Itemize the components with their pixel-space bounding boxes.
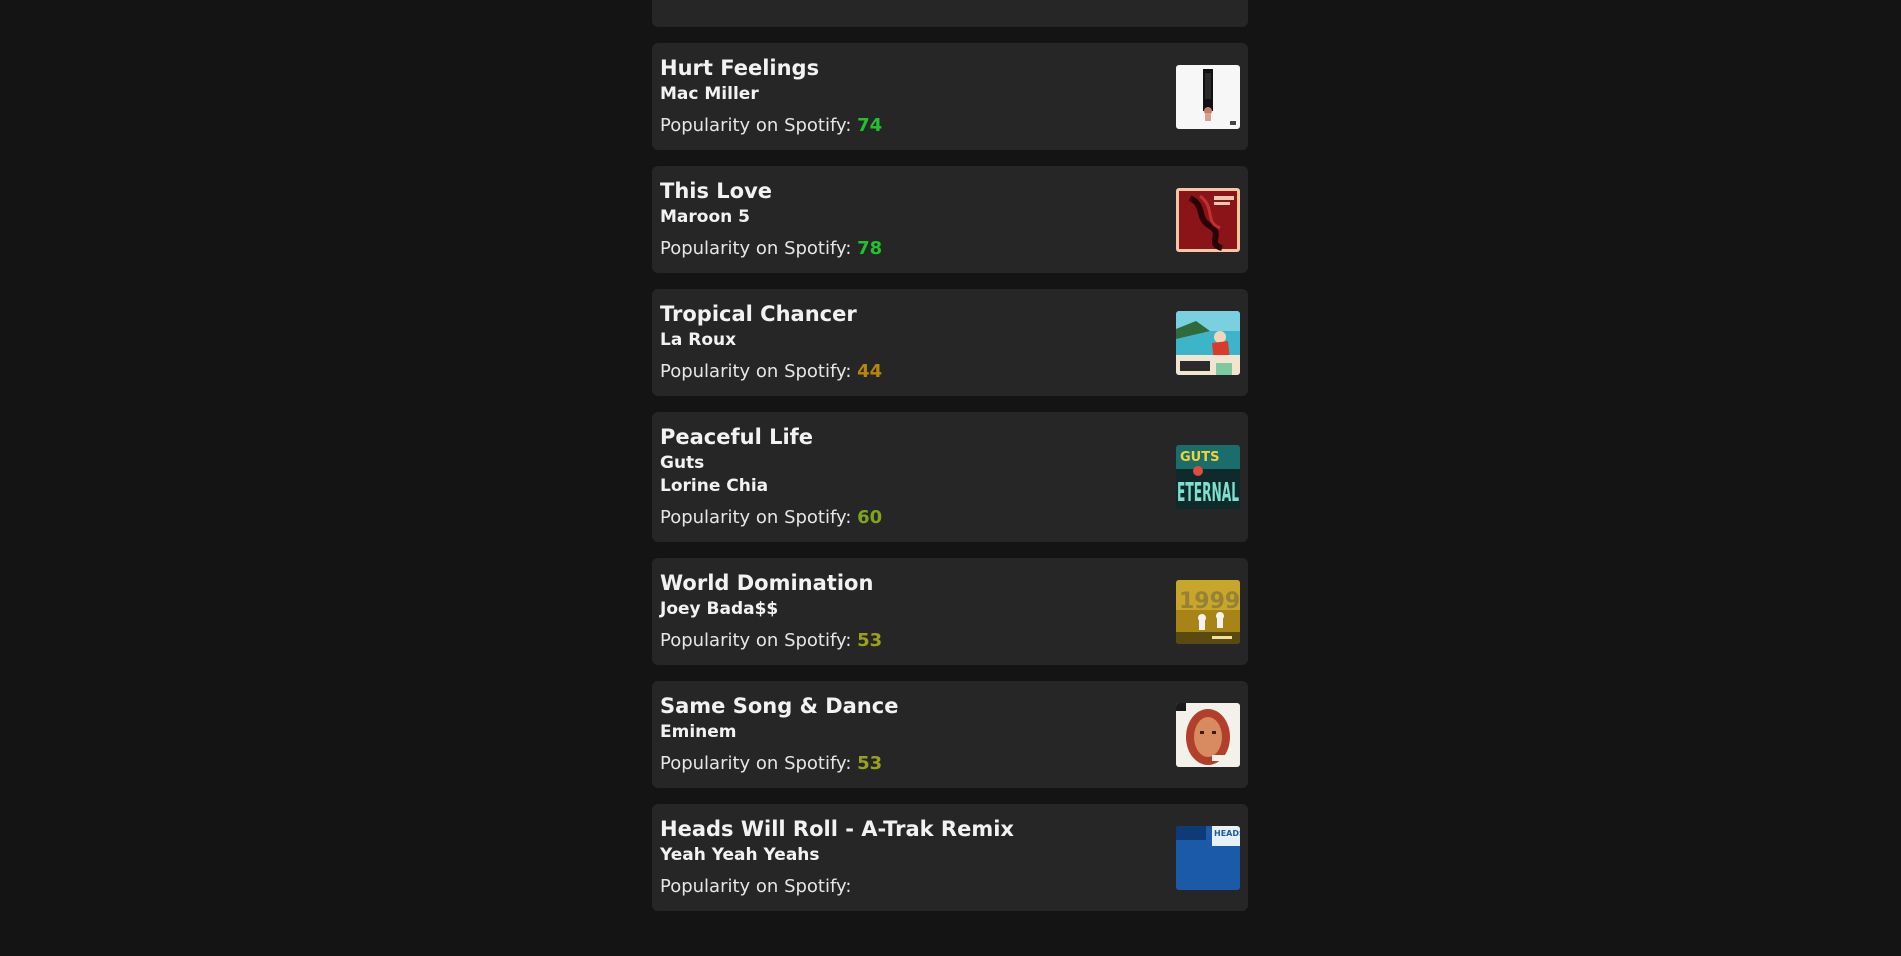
artist-name: Mac Miller (660, 84, 759, 104)
artist-name: Guts (660, 453, 705, 473)
track-title: Tropical Chancer (660, 302, 857, 326)
popularity-value: 78 (857, 238, 883, 259)
artist-list: Mac Miller (660, 83, 1240, 106)
popularity-label: Popularity on Spotify: (660, 753, 852, 774)
artist-list: Maroon 5 (660, 206, 1240, 229)
popularity-value: 53 (857, 753, 883, 774)
popularity-value: 44 (857, 361, 883, 382)
trouble-in-paradise-album-cover-icon[interactable] (1176, 310, 1240, 375)
popularity-label: Popularity on Spotify: (660, 115, 852, 136)
track-card[interactable]: World Domination Joey Bada$$ Popularity … (652, 558, 1248, 665)
relapse-album-cover-icon[interactable] (1176, 702, 1240, 767)
popularity-label: Popularity on Spotify: (660, 507, 852, 528)
artist-name: Eminem (660, 722, 737, 742)
svg-text:ETERNAL: ETERNAL (1177, 478, 1239, 508)
songs-about-jane-album-cover-icon[interactable] (1176, 187, 1240, 252)
track-list: Hurt Feelings Mac Miller Popularity on S… (652, 0, 1248, 927)
1999-album-cover-icon[interactable]: 1999 (1176, 579, 1240, 644)
popularity-line: Popularity on Spotify: 60 (660, 506, 1240, 530)
popularity-value: 74 (857, 115, 883, 136)
svg-text:1999: 1999 (1179, 589, 1240, 614)
artist-list: Eminem (660, 721, 1240, 744)
svg-text:HEADS: HEADS (1214, 829, 1240, 838)
track-card-partial[interactable] (652, 0, 1248, 27)
artist-list: Joey Bada$$ (660, 598, 1240, 621)
track-card[interactable]: Peaceful Life Guts Lorine Chia Popularit… (652, 412, 1248, 542)
track-title: Heads Will Roll - A-Trak Remix (660, 817, 1014, 841)
artist-list: Yeah Yeah Yeahs (660, 844, 1240, 867)
track-card[interactable]: Same Song & Dance Eminem Popularity on S… (652, 681, 1248, 788)
popularity-label: Popularity on Spotify: (660, 630, 852, 651)
popularity-line: Popularity on Spotify: 53 (660, 629, 1240, 653)
track-title: Peaceful Life (660, 425, 814, 449)
artist-list: Guts Lorine Chia (660, 452, 1240, 498)
popularity-value: 53 (857, 630, 883, 651)
popularity-line: Popularity on Spotify: 74 (660, 114, 1240, 138)
artist-name: Lorine Chia (660, 476, 769, 496)
track-card[interactable]: Tropical Chancer La Roux Popularity on S… (652, 289, 1248, 396)
eternal-album-cover-icon[interactable]: GUTS ETERNAL (1176, 445, 1240, 509)
track-title: Same Song & Dance (660, 694, 899, 718)
popularity-line: Popularity on Spotify: 53 (660, 752, 1240, 776)
popularity-line: Popularity on Spotify: 44 (660, 360, 1240, 384)
artist-name: Joey Bada$$ (660, 599, 779, 619)
track-card[interactable]: Heads Will Roll - A-Trak Remix Yeah Yeah… (652, 804, 1248, 911)
track-title: Hurt Feelings (660, 56, 820, 80)
heads-will-roll-album-cover-icon[interactable]: HEADS (1176, 825, 1240, 890)
artist-name: Maroon 5 (660, 207, 750, 227)
artist-list: La Roux (660, 329, 1240, 352)
popularity-line: Popularity on Spotify: 78 (660, 237, 1240, 261)
popularity-label: Popularity on Spotify: (660, 238, 852, 259)
popularity-line: Popularity on Spotify: (660, 875, 1240, 899)
popularity-value: 60 (857, 507, 883, 528)
popularity-label: Popularity on Spotify: (660, 876, 852, 897)
track-card[interactable]: Hurt Feelings Mac Miller Popularity on S… (652, 43, 1248, 150)
artist-name: Yeah Yeah Yeahs (660, 845, 820, 865)
track-title: World Domination (660, 571, 874, 595)
svg-text:GUTS: GUTS (1180, 450, 1219, 465)
artist-name: La Roux (660, 330, 737, 350)
popularity-label: Popularity on Spotify: (660, 361, 852, 382)
track-card[interactable]: This Love Maroon 5 Popularity on Spotify… (652, 166, 1248, 273)
swimming-album-cover-icon[interactable] (1176, 64, 1240, 129)
track-title: This Love (660, 179, 773, 203)
